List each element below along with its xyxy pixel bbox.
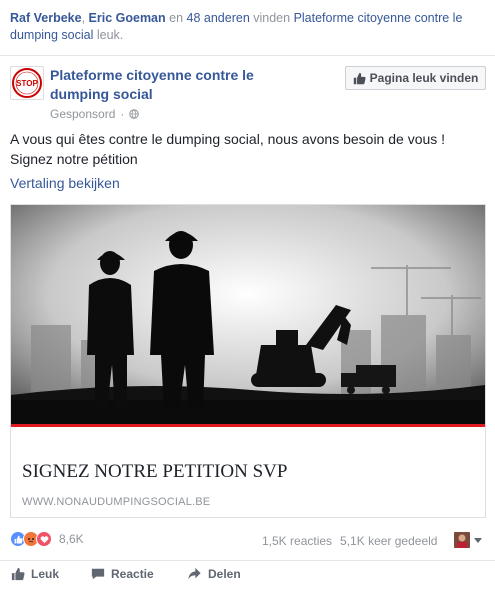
see-translation-link[interactable]: Vertaling bekijken <box>10 175 120 191</box>
construction-workers-image <box>11 205 485 427</box>
sponsored-label[interactable]: Gesponsord <box>50 107 115 121</box>
card-domain: WWW.NONAUDUMPINGSOCIAL.BE <box>22 496 211 508</box>
card-image[interactable] <box>11 205 485 427</box>
thumbs-up-icon <box>353 72 366 84</box>
viewer-avatar[interactable] <box>454 532 470 548</box>
card-title[interactable]: SIGNEZ NOTRE PETITION SVP <box>22 461 287 483</box>
social-context: Raf Verbeke, Eric Goeman en 48 anderen v… <box>10 10 480 44</box>
sponsored-row: Gesponsord · <box>50 107 140 121</box>
love-reaction-icon <box>36 531 52 547</box>
chevron-down-icon[interactable] <box>474 538 482 543</box>
like-page-label: Pagina leuk vinden <box>369 71 479 85</box>
card-stripe <box>11 424 485 427</box>
thumbs-up-icon <box>11 567 25 581</box>
share-icon <box>188 567 201 580</box>
others-link[interactable]: 48 anderen <box>187 11 250 25</box>
share-label: Delen <box>208 567 241 581</box>
page-name-link[interactable]: Plateforme citoyenne contre le dumping s… <box>50 66 290 104</box>
like-button[interactable]: Leuk <box>11 567 59 581</box>
post-text: A vous qui êtes contre le dumping social… <box>10 131 446 167</box>
like-page-button[interactable]: Pagina leuk vinden <box>345 66 486 90</box>
action-bar: Leuk Reactie Delen <box>0 558 495 593</box>
reactions-summary[interactable]: 8,6K <box>10 531 84 547</box>
comment-button[interactable]: Reactie <box>91 567 154 581</box>
stop-logo-icon: STOP <box>12 68 42 98</box>
friend-link-2[interactable]: Eric Goeman <box>89 11 166 25</box>
reaction-count: 8,6K <box>59 532 84 546</box>
separator: , <box>81 11 89 25</box>
comment-label: Reactie <box>111 567 154 581</box>
globe-icon <box>129 109 140 119</box>
suffix-text: leuk. <box>93 28 124 42</box>
comments-count-link[interactable]: 1,5K reacties <box>262 534 332 548</box>
engagement-counts: 1,5K reacties 5,1K keer gedeeld <box>262 534 437 548</box>
verb-text: vinden <box>249 11 294 25</box>
avatar-text: STOP <box>16 79 38 88</box>
link-card[interactable]: SIGNEZ NOTRE PETITION SVP WWW.NONAUDUMPI… <box>10 204 486 518</box>
divider <box>0 55 495 56</box>
page-avatar[interactable]: STOP <box>10 66 44 100</box>
like-label: Leuk <box>31 567 60 581</box>
sponsored-separator: · <box>120 107 125 121</box>
share-button[interactable]: Delen <box>187 567 241 581</box>
shares-count-link[interactable]: 5,1K keer gedeeld <box>340 534 437 548</box>
middle-text: en <box>165 11 187 25</box>
friend-link-1[interactable]: Raf Verbeke <box>10 11 82 25</box>
comment-icon <box>91 568 105 580</box>
